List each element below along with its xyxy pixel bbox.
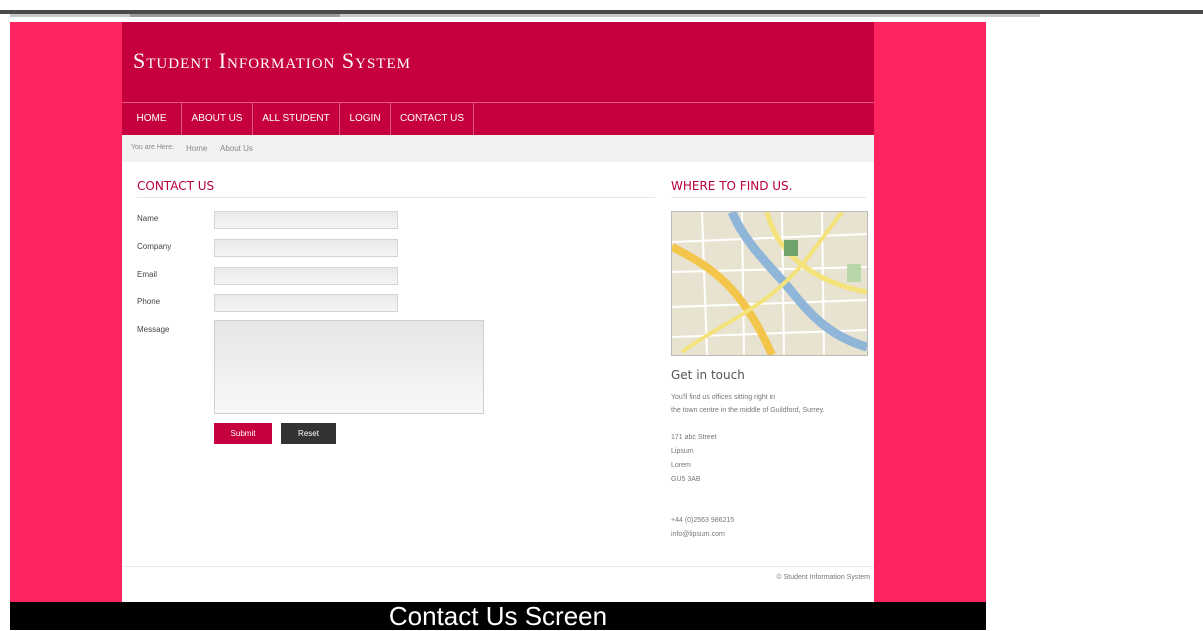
name-label: Name <box>137 214 159 223</box>
reset-button[interactable]: Reset <box>281 423 336 444</box>
footer-divider <box>122 566 874 567</box>
phone-label: Phone <box>137 297 161 306</box>
address-line-3: Lorem <box>671 462 691 469</box>
contact-divider <box>137 197 655 198</box>
screen-caption: Contact Us Screen <box>10 602 986 630</box>
email-link[interactable]: info@lipsum.com <box>671 531 725 538</box>
contact-title: CONTACT US <box>137 179 215 193</box>
map-graphic <box>672 212 867 355</box>
name-input[interactable] <box>214 211 398 229</box>
site-title: Student Information System <box>133 48 411 73</box>
email-label: Email <box>137 270 158 279</box>
address-line-4: GU5 3AB <box>671 476 701 483</box>
breadcrumb-about-us[interactable]: About Us <box>220 144 253 153</box>
address-line-1: 171 abc Street <box>671 434 717 441</box>
find-us-title: WHERE TO FIND US. <box>671 179 793 193</box>
nav-login[interactable]: LOGIN <box>340 103 391 135</box>
breadcrumb-prefix: You are Here: <box>131 144 174 151</box>
company-input[interactable] <box>214 239 398 257</box>
footer-copyright: © Student Information System <box>776 574 870 581</box>
page-container: Student Information System HOME ABOUT US… <box>122 22 874 602</box>
nav-about-us[interactable]: ABOUT US <box>182 103 253 135</box>
address-line-2: Lipsum <box>671 448 694 455</box>
phone-number: +44 (0)2563 986215 <box>671 517 735 524</box>
breadcrumb-home[interactable]: Home <box>186 144 207 153</box>
main-nav: HOME ABOUT US ALL STUDENT LOGIN CONTACT … <box>122 102 874 135</box>
email-input[interactable] <box>214 267 398 285</box>
message-textarea[interactable] <box>214 320 484 414</box>
company-label: Company <box>137 242 172 251</box>
breadcrumb: You are Here: Home About Us <box>122 135 874 162</box>
message-label: Message <box>137 325 170 334</box>
find-us-divider <box>671 197 866 198</box>
submit-button[interactable]: Submit <box>214 423 272 444</box>
phone-input[interactable] <box>214 294 398 312</box>
find-us-desc-2: the town centre in the middle of Guildfo… <box>671 407 825 414</box>
find-us-desc-1: You'll find us offices sitting right in <box>671 394 776 401</box>
nav-home[interactable]: HOME <box>122 103 182 135</box>
get-in-touch-title: Get in touch <box>671 368 745 382</box>
nav-contact-us[interactable]: CONTACT US <box>391 103 474 135</box>
window-top-bar <box>0 8 1203 20</box>
site-header: Student Information System <box>122 22 874 102</box>
location-map[interactable] <box>671 211 868 356</box>
nav-all-student[interactable]: ALL STUDENT <box>253 103 340 135</box>
